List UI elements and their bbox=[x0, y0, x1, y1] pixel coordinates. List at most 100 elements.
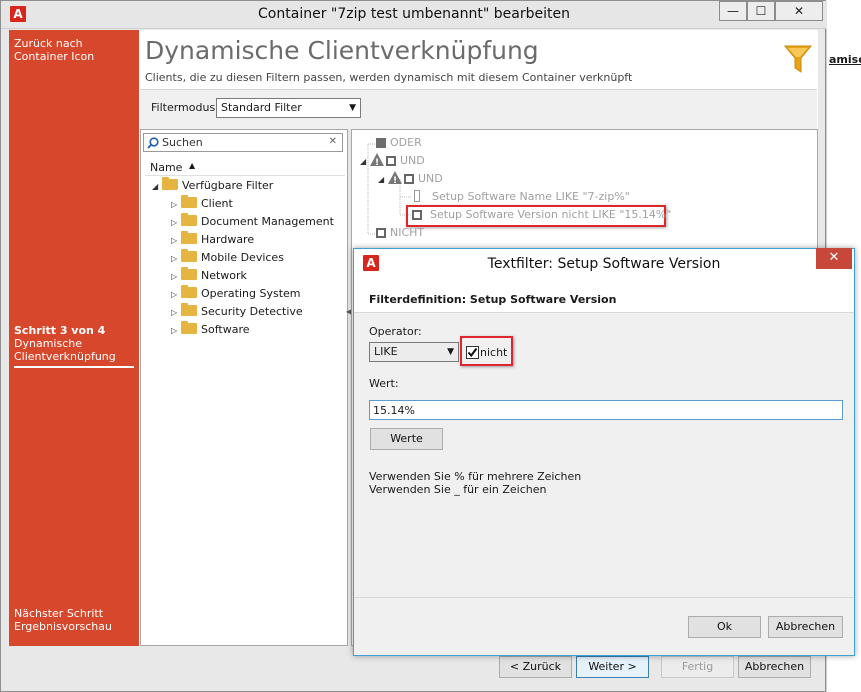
value-input-text: 15.14% bbox=[373, 404, 415, 417]
checkmark-icon bbox=[467, 347, 478, 358]
not-checkbox-label[interactable]: nicht bbox=[480, 346, 507, 359]
chevron-down-icon: ▼ bbox=[349, 103, 356, 113]
warning-icon bbox=[370, 153, 384, 171]
tree-item-client[interactable]: ▷ Client bbox=[171, 195, 233, 212]
dialog-cancel-button[interactable]: Abbrechen bbox=[768, 616, 843, 638]
collapsed-arrow-icon: ▷ bbox=[171, 272, 178, 281]
funnel-icon bbox=[784, 45, 812, 73]
tree-item-hardware[interactable]: ▷ Hardware bbox=[171, 231, 255, 248]
folder-icon bbox=[162, 177, 178, 190]
tree-root-label: Verfügbare Filter bbox=[182, 179, 274, 192]
wizard-sidebar: Zurück nach Container Icon Schritt 3 von… bbox=[9, 30, 139, 646]
filter-node-label: UND bbox=[418, 172, 443, 185]
filter-node-und-1[interactable]: ◢ UND bbox=[360, 153, 425, 171]
step-name-line2: Clientverknüpfung bbox=[14, 350, 116, 363]
tree-item-software[interactable]: ▷ Software bbox=[171, 321, 250, 338]
next-step-label: Nächster Schritt bbox=[14, 607, 104, 620]
values-button[interactable]: Werte bbox=[370, 428, 443, 450]
tree-item-document-management[interactable]: ▷ Document Management bbox=[171, 213, 334, 230]
filter-node-label: Setup Software Name LIKE "7-zip%" bbox=[432, 190, 630, 203]
tree-item-label: Software bbox=[201, 323, 250, 336]
folder-icon bbox=[181, 195, 197, 208]
finish-button: Fertig bbox=[661, 656, 734, 678]
collapsed-arrow-icon: ▷ bbox=[171, 254, 178, 263]
maximize-button[interactable]: ☐ bbox=[747, 1, 775, 21]
cancel-button[interactable]: Abbrechen bbox=[738, 656, 811, 678]
clear-search-icon[interactable]: ✕ bbox=[329, 136, 337, 147]
tree-item-security-detective[interactable]: ▷ Security Detective bbox=[171, 303, 303, 320]
operator-value: LIKE bbox=[374, 345, 398, 358]
folder-icon bbox=[181, 267, 197, 280]
tree-item-network[interactable]: ▷ Network bbox=[171, 267, 247, 284]
filter-node-leaf-version[interactable]: Setup Software Version nicht LIKE "15.14… bbox=[412, 207, 671, 223]
name-column-header[interactable]: Name ▲ bbox=[145, 158, 345, 176]
close-button[interactable]: ✕ bbox=[775, 1, 823, 21]
step-label: Schritt 3 von 4 bbox=[14, 324, 106, 337]
minimize-button[interactable]: — bbox=[719, 1, 747, 21]
tree-item-label: Mobile Devices bbox=[201, 251, 284, 264]
step-name-line1: Dynamische bbox=[14, 337, 82, 350]
search-input[interactable]: Suchen ✕ bbox=[143, 133, 343, 152]
collapsed-arrow-icon: ▷ bbox=[171, 326, 178, 335]
folder-icon bbox=[181, 231, 197, 244]
tree-item-operating-system[interactable]: ▷ Operating System bbox=[171, 285, 301, 302]
expanded-arrow-icon: ◢ bbox=[360, 157, 367, 166]
hint-line-2: Verwenden Sie _ für ein Zeichen bbox=[369, 483, 547, 496]
dialog-title-bar[interactable]: A Textfilter: Setup Software Version ✕ bbox=[354, 248, 854, 278]
next-button[interactable]: Weiter > bbox=[576, 656, 649, 678]
operator-label: Operator: bbox=[369, 325, 422, 338]
filter-node-label: UND bbox=[400, 154, 425, 167]
warning-icon bbox=[388, 171, 402, 189]
tree-root-available-filters[interactable]: ◢ Verfügbare Filter bbox=[152, 177, 274, 194]
page-subtitle: Clients, die zu diesen Filtern passen, w… bbox=[145, 71, 633, 84]
collapsed-arrow-icon: ▷ bbox=[171, 308, 178, 317]
available-filters-panel: Suchen ✕ Name ▲ ◢ Verfügbare Filter ▷ Clie… bbox=[140, 129, 348, 646]
background-window-text: amische bbox=[829, 53, 861, 66]
hint-text: Verwenden Sie % für mehrere Zeichen Verw… bbox=[369, 470, 581, 496]
dialog-footer: Ok Abbrechen bbox=[354, 597, 854, 655]
back-link-line2: Container Icon bbox=[14, 50, 95, 63]
dialog-header: Filterdefinition: Setup Software Version bbox=[354, 278, 854, 313]
search-icon bbox=[147, 137, 159, 149]
dialog-close-button[interactable]: ✕ bbox=[816, 248, 852, 269]
filter-node-label: NICHT bbox=[390, 226, 425, 239]
tree-item-label: Operating System bbox=[201, 287, 301, 300]
filter-node-leaf-name[interactable]: Setup Software Name LIKE "7-zip%" bbox=[414, 189, 630, 205]
folder-icon bbox=[181, 285, 197, 298]
next-step-name: Ergebnisvorschau bbox=[14, 620, 112, 633]
folder-icon bbox=[181, 321, 197, 334]
tree-item-label: Client bbox=[201, 197, 233, 210]
textfilter-dialog: A Textfilter: Setup Software Version ✕ F… bbox=[353, 248, 855, 656]
not-checkbox[interactable] bbox=[466, 346, 479, 359]
ok-button[interactable]: Ok bbox=[688, 616, 761, 638]
tree-item-mobile-devices[interactable]: ▷ Mobile Devices bbox=[171, 249, 284, 266]
main-title-bar[interactable]: A Container "7zip test umbenannt" bearbe… bbox=[1, 1, 827, 29]
main-window-title: Container "7zip test umbenannt" bearbeit… bbox=[258, 6, 570, 22]
dialog-heading: Filterdefinition: Setup Software Version bbox=[369, 293, 617, 306]
filter-leaf-icon bbox=[412, 210, 422, 220]
step-underline bbox=[14, 366, 134, 368]
page-title: Dynamische Clientverknüpfung bbox=[145, 36, 539, 65]
back-button[interactable]: < Zurück bbox=[499, 656, 572, 678]
operator-not-icon bbox=[376, 228, 386, 238]
tree-item-label: Security Detective bbox=[201, 305, 303, 318]
back-to-container-link[interactable]: Zurück nach Container Icon bbox=[14, 37, 94, 63]
filter-node-oder[interactable]: ODER bbox=[376, 135, 422, 151]
expanded-arrow-icon: ◢ bbox=[378, 175, 385, 184]
filtermode-select[interactable]: Standard Filter ▼ bbox=[216, 98, 361, 118]
filter-node-nicht[interactable]: NICHT bbox=[376, 225, 424, 241]
operator-and-icon bbox=[404, 174, 414, 184]
filter-node-label: ODER bbox=[390, 136, 422, 149]
hint-line-1: Verwenden Sie % für mehrere Zeichen bbox=[369, 470, 582, 483]
operator-select[interactable]: LIKE ▼ bbox=[369, 342, 459, 362]
value-input[interactable]: 15.14% bbox=[369, 400, 843, 420]
filter-leaf-icon bbox=[414, 190, 420, 202]
next-step-link[interactable]: Nächster Schritt Ergebnisvorschau bbox=[14, 607, 112, 633]
dialog-title: Textfilter: Setup Software Version bbox=[487, 256, 721, 272]
filter-node-und-2[interactable]: ◢ UND bbox=[378, 171, 443, 189]
filtermode-label: Filtermodus: bbox=[151, 101, 219, 114]
value-label: Wert: bbox=[369, 377, 399, 390]
back-link-line1: Zurück nach bbox=[14, 37, 83, 50]
name-column-label: Name bbox=[150, 161, 183, 174]
tree-item-label: Hardware bbox=[201, 233, 255, 246]
